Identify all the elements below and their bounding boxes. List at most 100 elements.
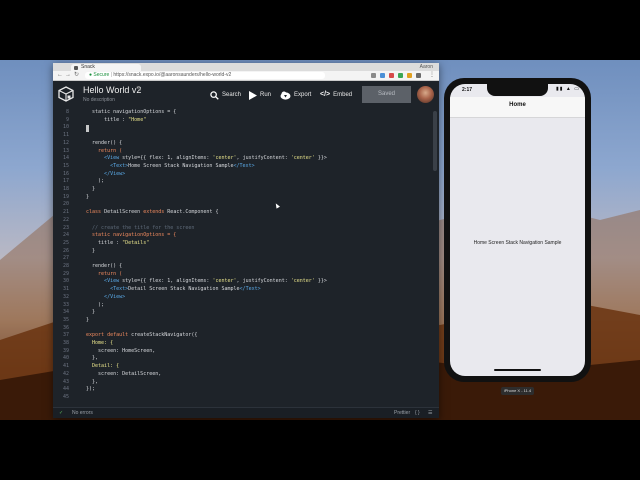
line-number: 25 [62,239,69,246]
code-line: title : "Home" [98,116,147,123]
url-text: https://snack.expo.io/@aaronsaunders/hel… [113,72,232,78]
line-number: 29 [62,270,69,277]
line-number: 33 [62,301,69,308]
avatar[interactable] [417,86,434,103]
code-line: // create the title for the screen [86,224,195,231]
embed-button[interactable]: </> Embed [320,88,352,102]
line-number: 19 [62,193,69,200]
line-number: 13 [62,147,69,154]
export-label: Export [294,92,312,98]
play-icon [249,90,257,100]
code-line: screen: HomeScreen, [86,347,156,354]
line-number: 8 [65,109,69,115]
desktop-background: Snack Aaron ← → ↻ ● Secure | https://sna… [0,60,640,420]
home-indicator[interactable] [494,369,541,371]
code-line: return ( [86,270,123,277]
code-line: </View> [86,293,126,300]
line-number: 27 [62,255,69,262]
phone-simulator: 2:17 ▮▮ ▲ ▭ Home Home Screen Stack Navig… [444,78,591,382]
error-status[interactable]: No errors [72,408,93,418]
extension-icon[interactable] [380,73,385,78]
search-icon [210,90,219,100]
code-icon: </> [320,91,331,98]
editor-scrollbar[interactable] [433,111,437,171]
line-number: 44 [62,386,69,393]
url-field[interactable]: ● Secure | https://snack.expo.io/@aarons… [85,72,325,79]
line-number: 26 [62,247,69,254]
line-number: 20 [62,201,69,208]
status-bar: ✓ No errors Prettier { } ☰ [53,407,439,418]
code-line: title : "Details" [86,239,150,246]
line-number: 16 [62,170,69,177]
bookmark-star-icon[interactable] [371,73,376,78]
snack-logo-icon[interactable] [58,86,74,102]
edit-pencil-icon[interactable]: ✎ [136,85,142,93]
code-line: class DetailScreen extends React.Compone… [86,209,219,216]
code-line: render() { [86,139,123,146]
run-button[interactable]: Run [249,88,271,102]
line-number: 45 [62,393,69,400]
code-line: <Text>Detail Screen Stack Navigation Sam… [86,286,261,293]
screen-body-text: Home Screen Stack Navigation Sample [473,240,562,246]
code-line: render() { [86,263,123,269]
menu-icon[interactable]: ☰ [428,408,432,418]
code-line: </View> [86,170,126,177]
search-button[interactable]: Search [210,88,241,102]
project-description[interactable]: No description [83,97,115,103]
line-number: 39 [62,347,69,354]
mouse-cursor [274,202,280,209]
braces-icon[interactable]: { } [415,408,420,418]
saved-button[interactable]: Saved [362,86,411,103]
prettier-button[interactable]: Prettier [394,408,410,418]
export-button[interactable]: Export [280,88,311,102]
line-number: 42 [62,370,69,377]
extension-icon[interactable] [389,73,394,78]
line-number: 30 [62,278,69,285]
forward-icon[interactable]: → [65,72,71,79]
snack-favicon-icon [74,65,78,70]
line-number: 18 [62,186,69,192]
code-line: } [86,193,90,200]
line-number: 14 [62,155,69,162]
address-bar-row: ← → ↻ ● Secure | https://snack.expo.io/@… [53,71,439,81]
code-line: <View style={{ flex: 1, alignItems: 'cen… [86,155,327,162]
extension-icon[interactable] [398,73,403,78]
phone-screen[interactable]: 2:17 ▮▮ ▲ ▭ Home Home Screen Stack Navig… [450,84,585,376]
line-number: 10 [62,124,69,131]
browser-tab[interactable]: Snack [71,64,141,71]
line-number: 15 [62,162,69,169]
reload-icon[interactable]: ↻ [74,72,79,79]
code-line: } [86,309,96,316]
line-number: 32 [62,293,69,300]
run-label: Run [260,92,272,98]
code-line: }, [86,355,99,362]
code-line: }, [86,378,99,385]
line-number: 40 [62,355,69,362]
line-number: 28 [62,263,69,269]
extension-icon[interactable] [407,73,412,78]
text-cursor [86,125,89,132]
extension-icon[interactable] [416,73,421,78]
browser-tab-title: Snack [81,64,95,70]
code-line: Home: { [86,340,114,346]
code-line: <View style={{ flex: 1, alignItems: 'cen… [86,278,327,285]
browser-window: Snack Aaron ← → ↻ ● Secure | https://sna… [53,63,439,418]
code-line: static navigationOptions = { [86,232,177,239]
navigation-header: Home [450,97,585,118]
secure-label: Secure [93,72,110,78]
line-number: 41 [62,363,69,370]
browser-menu-icon[interactable]: ⋮ [429,72,435,79]
code-line: ); [86,178,105,185]
browser-tab-bar: Snack Aaron [53,63,439,71]
code-editor[interactable]: 8 9 10 11 12 13 14 15 16 17 18 19 20 21 22 23 24 25 26 27 28… [53,109,439,409]
lock-icon: ● [89,72,93,78]
device-label[interactable]: iPhone X - 11.4 [501,387,534,395]
status-time: 2:17 [462,87,473,93]
code-line: ); [86,301,105,308]
back-icon[interactable]: ← [57,72,63,79]
project-title[interactable]: Hello World v2 [83,85,141,95]
snack-header: Hello World v2 ✎ No description Search R… [53,81,439,110]
code-line: }); [86,386,96,393]
line-number: 11 [62,132,69,139]
browser-profile-name[interactable]: Aaron [420,63,433,71]
